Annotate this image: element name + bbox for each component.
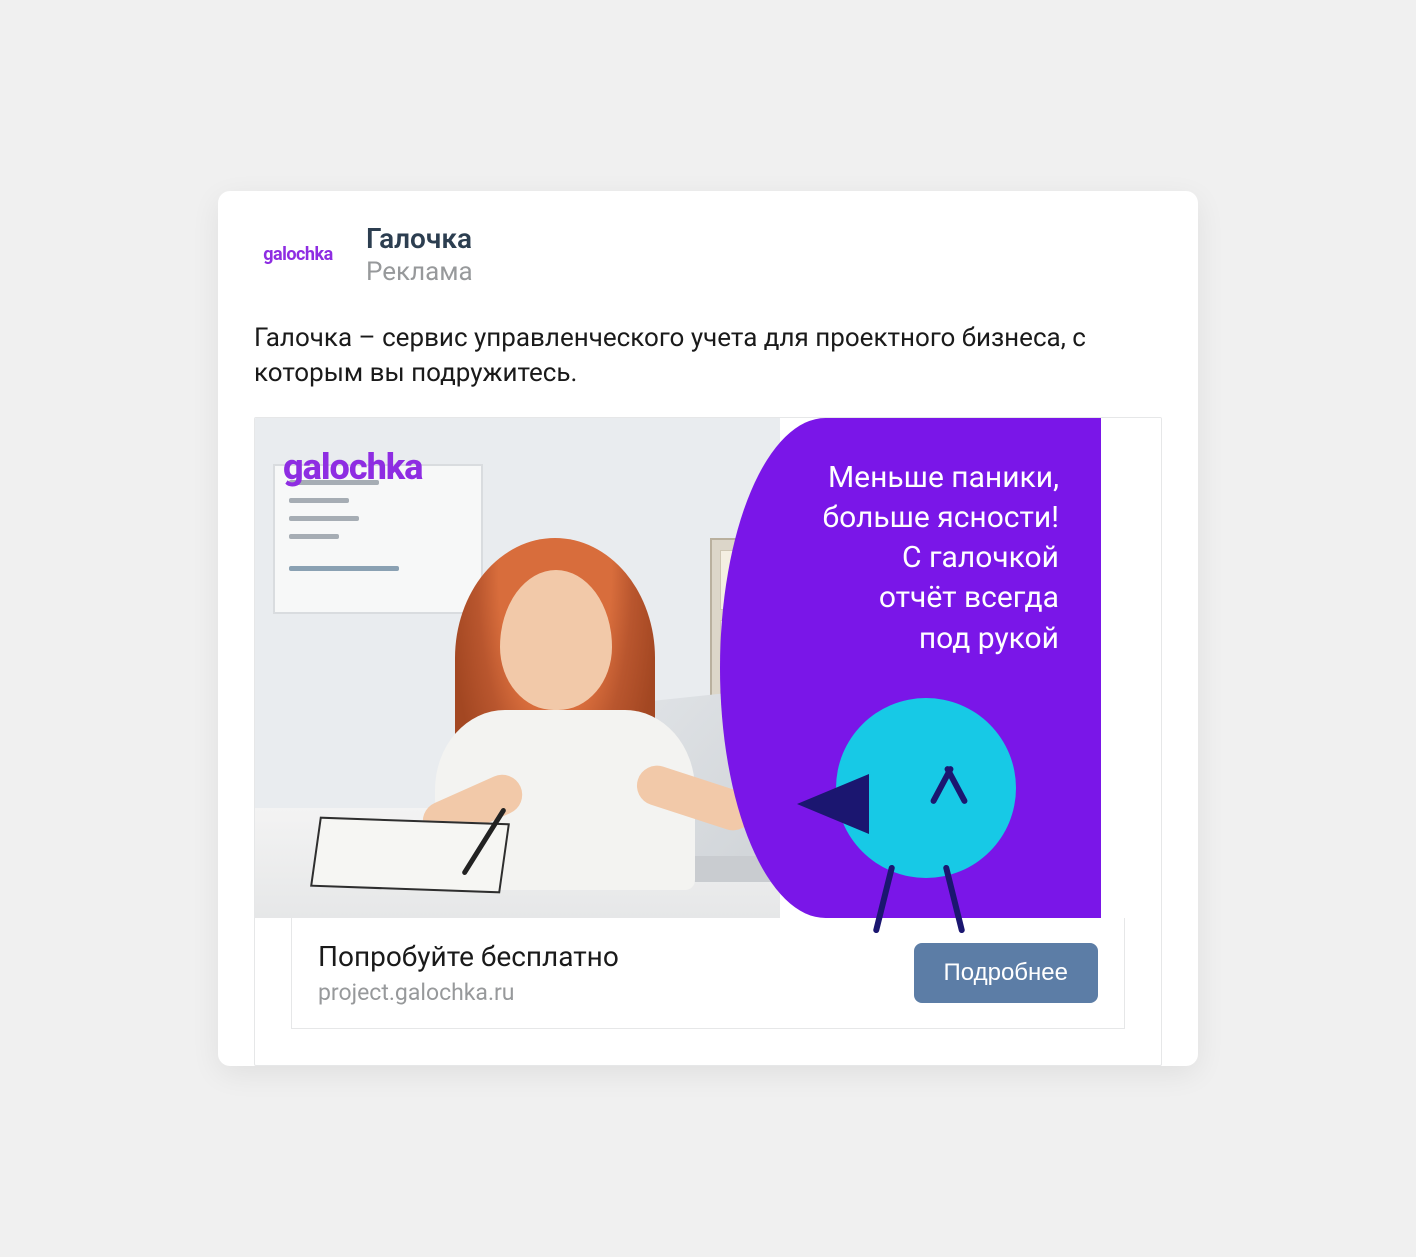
cta-row: Попробуйте бесплатно project.galochka.ru… — [291, 918, 1125, 1029]
cta-title: Попробуйте бесплатно — [318, 940, 619, 973]
bird-mascot-icon — [821, 698, 1031, 918]
creative-photo: galochka — [255, 418, 780, 918]
advertiser-avatar[interactable]: galochka — [254, 225, 342, 285]
creative-slogan: Меньше паники, больше ясности! С галочко… — [823, 458, 1059, 659]
brand-overlay-logo: galochka — [283, 446, 422, 488]
ad-creative-wrap: galochka Меньше паники, больше ясности! … — [254, 417, 1162, 1066]
advertiser-name[interactable]: Галочка — [366, 221, 473, 256]
ad-card: galochka Галочка Реклама Галочка – серви… — [218, 191, 1198, 1066]
ad-label: Реклама — [366, 256, 473, 289]
ad-header: galochka Галочка Реклама — [218, 191, 1198, 299]
cta-button[interactable]: Подробнее — [914, 943, 1098, 1003]
avatar-logo-text: galochka — [263, 244, 333, 265]
creative-slogan-panel: Меньше паники, больше ясности! С галочко… — [720, 418, 1101, 918]
ad-body-text: Галочка – сервис управленческого учета д… — [218, 299, 1198, 417]
cta-texts: Попробуйте бесплатно project.galochka.ru — [318, 940, 619, 1006]
header-titles: Галочка Реклама — [366, 221, 473, 289]
cta-domain: project.galochka.ru — [318, 979, 619, 1006]
clipboard-illustration — [310, 817, 510, 894]
ad-creative[interactable]: galochka Меньше паники, больше ясности! … — [255, 418, 1161, 918]
